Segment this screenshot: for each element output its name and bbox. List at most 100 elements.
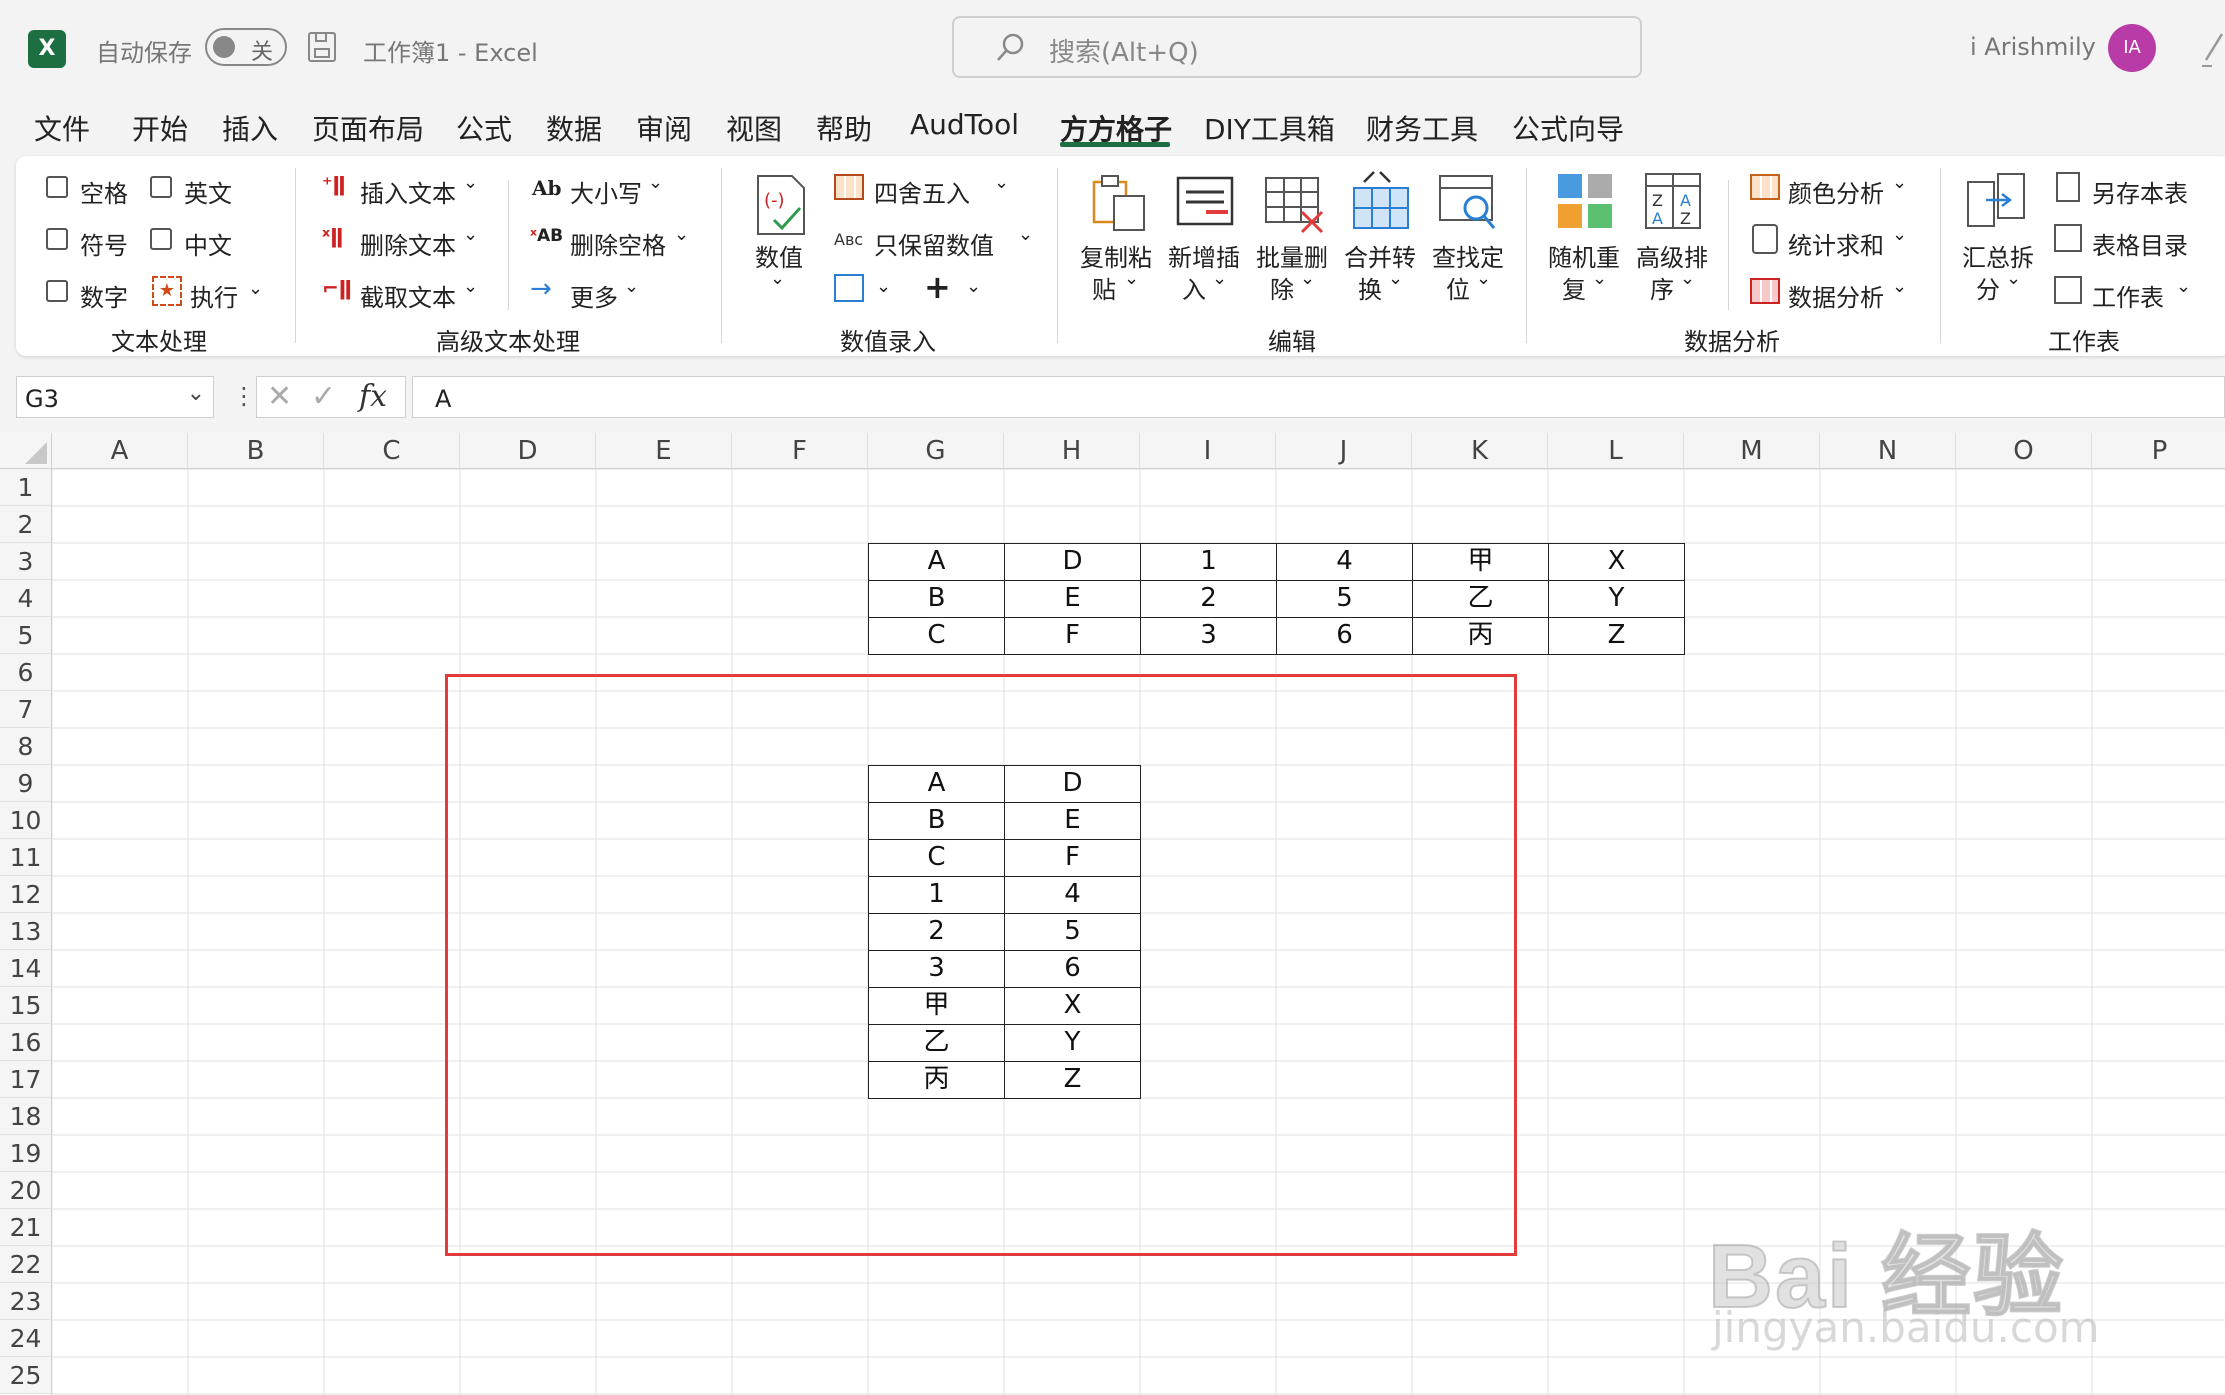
column-header-C[interactable]: C (324, 433, 460, 469)
tab-audtool[interactable]: AudTool (910, 108, 1019, 141)
row-header-12[interactable]: 12 (0, 876, 52, 913)
checkbox-number[interactable] (46, 280, 68, 302)
summary-split-label-1[interactable]: 汇总拆 (1962, 238, 2034, 273)
tab-help[interactable]: 帮助 (816, 108, 872, 148)
chevron-down-icon[interactable]: ⌄ (1300, 268, 1315, 289)
row-header-3[interactable]: 3 (0, 543, 52, 580)
chevron-down-icon[interactable]: ⌄ (648, 172, 663, 193)
source-table-cell[interactable]: 5 (1276, 580, 1413, 618)
more-button[interactable]: 更多 (570, 278, 618, 313)
row-header-8[interactable]: 8 (0, 728, 52, 765)
row-header-16[interactable]: 16 (0, 1024, 52, 1061)
insert-text-button[interactable]: 插入文本 (360, 174, 456, 209)
row-header-9[interactable]: 9 (0, 765, 52, 802)
source-table-cell[interactable]: 6 (1276, 617, 1413, 655)
save-icon[interactable] (308, 32, 336, 62)
chevron-down-icon[interactable]: ⌄ (1680, 268, 1695, 289)
random-repeat-label-1[interactable]: 随机重 (1548, 238, 1620, 273)
chevron-down-icon[interactable]: ⌄ (1892, 276, 1907, 297)
chevron-down-icon[interactable]: ⌄ (463, 224, 478, 245)
chevron-down-icon[interactable]: ⌄ (674, 224, 689, 245)
column-header-J[interactable]: J (1276, 433, 1412, 469)
tab-formulas[interactable]: 公式 (456, 108, 512, 148)
column-header-P[interactable]: P (2092, 433, 2225, 469)
save-sheet-button[interactable]: 另存本表 (2092, 174, 2188, 209)
checkbox-chinese[interactable] (150, 228, 172, 250)
chevron-down-icon[interactable]: ⌄ (770, 268, 785, 289)
row-header-1[interactable]: 1 (0, 469, 52, 506)
select-all-corner[interactable] (0, 433, 52, 469)
fx-icon[interactable]: fx (359, 379, 387, 414)
chevron-down-icon[interactable]: ⌄ (624, 276, 639, 297)
merge-convert-label-2[interactable]: 换 (1358, 270, 1382, 305)
chevron-down-icon[interactable]: ⌄ (1212, 268, 1227, 289)
tab-data[interactable]: 数据 (546, 108, 602, 148)
find-locate-label-1[interactable]: 查找定 (1432, 238, 1504, 273)
source-table-cell[interactable]: F (1004, 617, 1141, 655)
source-table-cell[interactable]: D (1004, 543, 1141, 581)
row-header-2[interactable]: 2 (0, 506, 52, 543)
batch-delete-label-2[interactable]: 除 (1270, 270, 1294, 305)
tab-diy-toolbox[interactable]: DIY工具箱 (1204, 108, 1335, 148)
chevron-down-icon[interactable]: ⌄ (1124, 268, 1139, 289)
row-header-14[interactable]: 14 (0, 950, 52, 987)
edit-icon[interactable] (834, 274, 864, 302)
source-table-cell[interactable]: 1 (1140, 543, 1277, 581)
execute-button[interactable]: 执行 (190, 278, 238, 313)
color-analysis-button[interactable]: 颜色分析 (1788, 174, 1884, 209)
source-table-cell[interactable]: 甲 (1412, 543, 1549, 581)
plus-icon[interactable]: + (924, 268, 951, 306)
merge-convert-label-1[interactable]: 合并转 (1344, 238, 1416, 273)
row-header-13[interactable]: 13 (0, 913, 52, 950)
chevron-down-icon[interactable]: ⌄ (1892, 172, 1907, 193)
row-header-18[interactable]: 18 (0, 1098, 52, 1135)
tab-finance-tools[interactable]: 财务工具 (1366, 108, 1478, 148)
chevron-down-icon[interactable]: ⌄ (248, 278, 263, 299)
checkbox-english[interactable] (150, 176, 172, 198)
table-index-button[interactable]: 表格目录 (2092, 226, 2188, 261)
row-header-20[interactable]: 20 (0, 1172, 52, 1209)
source-table-cell[interactable]: E (1004, 580, 1141, 618)
check-icon[interactable]: ✓ (311, 379, 336, 414)
source-table-cell[interactable]: 2 (1140, 580, 1277, 618)
data-analysis-button[interactable]: 数据分析 (1788, 278, 1884, 313)
row-header-5[interactable]: 5 (0, 617, 52, 654)
chevron-down-icon[interactable]: ⌄ (2006, 268, 2021, 289)
chevron-down-icon[interactable]: ⌄ (2176, 276, 2191, 297)
row-header-19[interactable]: 19 (0, 1135, 52, 1172)
column-header-E[interactable]: E (596, 433, 732, 469)
tab-home[interactable]: 开始 (132, 108, 188, 148)
advanced-sort-label-2[interactable]: 序 (1650, 270, 1674, 305)
source-table-cell[interactable]: Y (1548, 580, 1685, 618)
chevron-down-icon[interactable]: ⌄ (966, 276, 981, 297)
chevron-down-icon[interactable]: ⌄ (463, 276, 478, 297)
row-header-21[interactable]: 21 (0, 1209, 52, 1246)
worksheet-button[interactable]: 工作表 (2092, 278, 2164, 313)
source-table-cell[interactable]: C (868, 617, 1005, 655)
row-header-6[interactable]: 6 (0, 654, 52, 691)
source-table-cell[interactable]: Z (1548, 617, 1685, 655)
remove-space-button[interactable]: 删除空格 (570, 226, 666, 261)
source-table-cell[interactable]: 丙 (1412, 617, 1549, 655)
chevron-down-icon[interactable]: ⌄ (1476, 268, 1491, 289)
chevron-down-icon[interactable]: ⌄ (1892, 224, 1907, 245)
column-header-K[interactable]: K (1412, 433, 1548, 469)
source-table-cell[interactable]: X (1548, 543, 1685, 581)
row-header-7[interactable]: 7 (0, 691, 52, 728)
autosave-toggle[interactable]: 关 (205, 28, 287, 66)
more-options-icon[interactable]: ⋮ (232, 382, 256, 410)
keep-values-button[interactable]: 只保留数值 (874, 226, 994, 261)
chevron-down-icon[interactable]: ⌄ (463, 172, 478, 193)
source-table-cell[interactable]: 4 (1276, 543, 1413, 581)
round-button[interactable]: 四舍五入 (874, 174, 970, 209)
new-insert-label-1[interactable]: 新增插 (1168, 238, 1240, 273)
source-table-cell[interactable]: 3 (1140, 617, 1277, 655)
row-header-22[interactable]: 22 (0, 1246, 52, 1283)
column-header-D[interactable]: D (460, 433, 596, 469)
column-header-I[interactable]: I (1140, 433, 1276, 469)
chevron-down-icon[interactable]: ⌄ (994, 172, 1009, 193)
tab-view[interactable]: 视图 (726, 108, 782, 148)
row-header-10[interactable]: 10 (0, 802, 52, 839)
chevron-down-icon[interactable]: ⌄ (1388, 268, 1403, 289)
chevron-down-icon[interactable]: ⌄ (1018, 224, 1033, 245)
